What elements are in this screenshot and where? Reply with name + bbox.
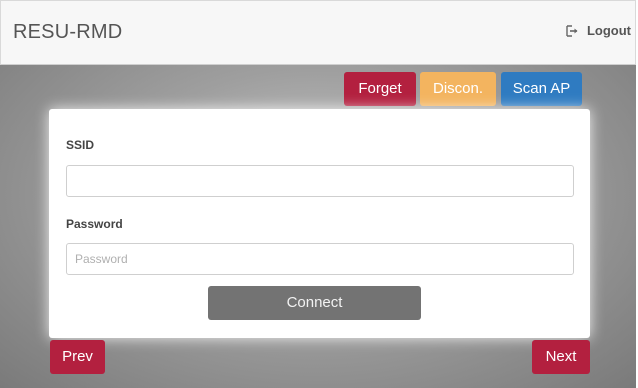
- disconnect-button[interactable]: Discon.: [420, 72, 496, 106]
- forget-button[interactable]: Forget: [344, 72, 416, 106]
- logout-button[interactable]: Logout: [566, 23, 631, 38]
- prev-button[interactable]: Prev: [50, 340, 105, 374]
- scan-ap-button[interactable]: Scan AP: [501, 72, 582, 106]
- password-input[interactable]: [66, 243, 574, 275]
- top-bar: RESU-RMD Logout: [0, 0, 636, 65]
- app-brand: RESU-RMD: [13, 21, 123, 43]
- connect-button[interactable]: Connect: [208, 286, 421, 320]
- ssid-input[interactable]: [66, 165, 574, 197]
- password-label: Password: [66, 217, 123, 231]
- logout-icon: [566, 24, 579, 37]
- next-button[interactable]: Next: [532, 340, 590, 374]
- ssid-label: SSID: [66, 138, 95, 152]
- logout-label: Logout: [586, 23, 631, 38]
